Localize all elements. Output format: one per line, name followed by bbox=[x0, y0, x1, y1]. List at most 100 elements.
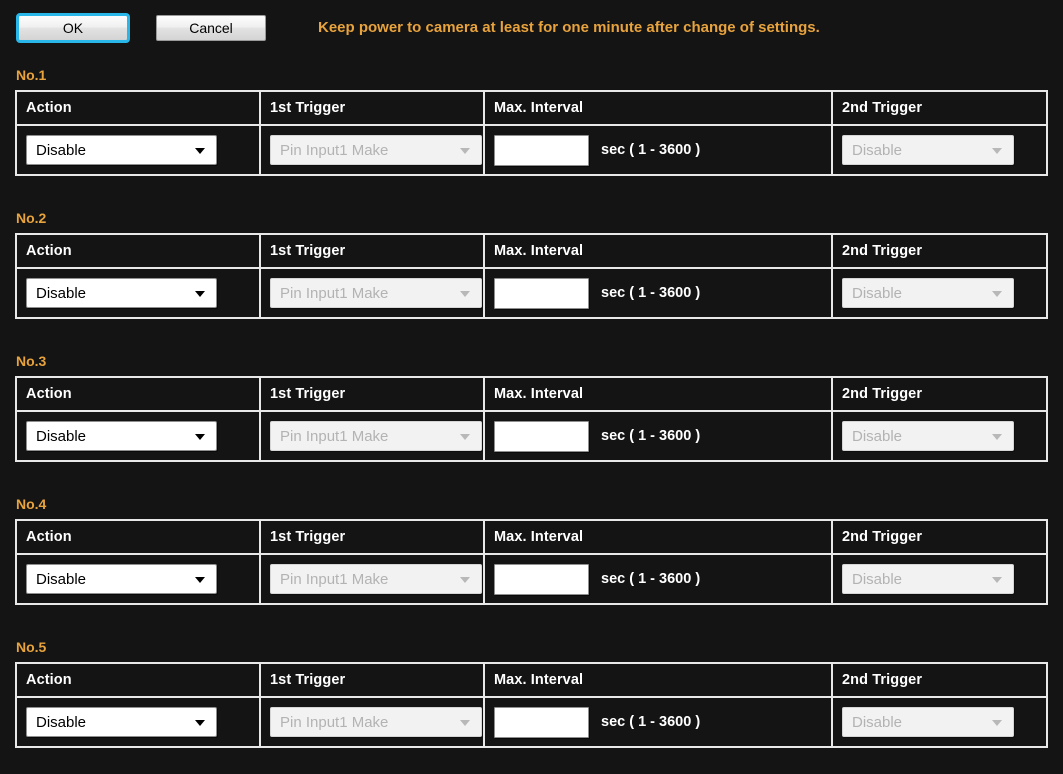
action-select[interactable]: Disable bbox=[26, 135, 217, 165]
table-body-row: Disable Pin Input1 Make sec ( 1 - 3600 ) bbox=[17, 698, 1046, 746]
column-header-trigger2: 2nd Trigger bbox=[842, 243, 923, 259]
header-cell-trigger1: 1st Trigger bbox=[261, 235, 485, 267]
header-cell-trigger2: 2nd Trigger bbox=[833, 521, 1045, 553]
action-select[interactable]: Disable bbox=[26, 278, 217, 308]
chevron-down-icon bbox=[460, 720, 470, 726]
column-header-trigger1: 1st Trigger bbox=[270, 243, 346, 259]
body-cell-interval: sec ( 1 - 3600 ) bbox=[485, 269, 833, 317]
chevron-down-icon bbox=[195, 720, 205, 726]
header-cell-interval: Max. Interval bbox=[485, 521, 833, 553]
power-notice-text: Keep power to camera at least for one mi… bbox=[318, 19, 820, 36]
ok-button[interactable]: OK bbox=[16, 12, 130, 43]
header-cell-trigger1: 1st Trigger bbox=[261, 521, 485, 553]
trigger2-select-value: Disable bbox=[852, 141, 903, 159]
max-interval-input[interactable] bbox=[494, 563, 589, 595]
trigger2-select-value: Disable bbox=[852, 427, 903, 445]
max-interval-input[interactable] bbox=[494, 277, 589, 309]
action-select-value: Disable bbox=[36, 570, 87, 588]
trigger1-select[interactable]: Pin Input1 Make bbox=[270, 564, 482, 594]
header-cell-interval: Max. Interval bbox=[485, 92, 833, 124]
header-cell-action: Action bbox=[17, 235, 261, 267]
max-interval-input[interactable] bbox=[494, 706, 589, 738]
trigger1-select-value: Pin Input1 Make bbox=[280, 141, 389, 159]
action-select[interactable]: Disable bbox=[26, 421, 217, 451]
column-header-interval: Max. Interval bbox=[494, 100, 584, 116]
table-body-row: Disable Pin Input1 Make sec ( 1 - 3600 ) bbox=[17, 555, 1046, 603]
table-header-row: Action 1st Trigger Max. Interval 2nd Tri… bbox=[17, 235, 1046, 269]
trigger1-select[interactable]: Pin Input1 Make bbox=[270, 135, 482, 165]
header-cell-action: Action bbox=[17, 664, 261, 696]
column-header-trigger1: 1st Trigger bbox=[270, 672, 346, 688]
column-header-trigger2: 2nd Trigger bbox=[842, 529, 923, 545]
body-cell-interval: sec ( 1 - 3600 ) bbox=[485, 555, 833, 603]
event-section-3: No.3 Action 1st Trigger Max. Interval 2n… bbox=[0, 352, 1063, 462]
max-interval-input[interactable] bbox=[494, 134, 589, 166]
header-cell-trigger2: 2nd Trigger bbox=[833, 92, 1045, 124]
body-cell-trigger1: Pin Input1 Make bbox=[261, 269, 485, 317]
body-cell-interval: sec ( 1 - 3600 ) bbox=[485, 698, 833, 746]
column-header-trigger1: 1st Trigger bbox=[270, 100, 346, 116]
trigger2-select[interactable]: Disable bbox=[842, 707, 1014, 737]
event-section-4: No.4 Action 1st Trigger Max. Interval 2n… bbox=[0, 495, 1063, 605]
event-table: Action 1st Trigger Max. Interval 2nd Tri… bbox=[15, 233, 1048, 319]
body-cell-trigger2: Disable bbox=[833, 412, 1045, 460]
chevron-down-icon bbox=[992, 291, 1002, 297]
body-cell-trigger2: Disable bbox=[833, 126, 1045, 174]
chevron-down-icon bbox=[195, 148, 205, 154]
header-cell-action: Action bbox=[17, 378, 261, 410]
header-cell-trigger1: 1st Trigger bbox=[261, 664, 485, 696]
body-cell-trigger1: Pin Input1 Make bbox=[261, 555, 485, 603]
table-header-row: Action 1st Trigger Max. Interval 2nd Tri… bbox=[17, 378, 1046, 412]
trigger1-select[interactable]: Pin Input1 Make bbox=[270, 278, 482, 308]
header-cell-action: Action bbox=[17, 92, 261, 124]
event-table: Action 1st Trigger Max. Interval 2nd Tri… bbox=[15, 519, 1048, 605]
max-interval-hint: sec ( 1 - 3600 ) bbox=[601, 428, 701, 444]
action-select-value: Disable bbox=[36, 427, 87, 445]
event-table: Action 1st Trigger Max. Interval 2nd Tri… bbox=[15, 662, 1048, 748]
header-cell-interval: Max. Interval bbox=[485, 378, 833, 410]
section-label: No.2 bbox=[16, 210, 47, 226]
trigger1-select[interactable]: Pin Input1 Make bbox=[270, 421, 482, 451]
trigger2-select-value: Disable bbox=[852, 284, 903, 302]
trigger2-select[interactable]: Disable bbox=[842, 278, 1014, 308]
event-section-1: No.1 Action 1st Trigger Max. Interval 2n… bbox=[0, 66, 1063, 176]
chevron-down-icon bbox=[460, 434, 470, 440]
column-header-trigger2: 2nd Trigger bbox=[842, 672, 923, 688]
body-cell-interval: sec ( 1 - 3600 ) bbox=[485, 126, 833, 174]
body-cell-action: Disable bbox=[17, 412, 261, 460]
max-interval-input[interactable] bbox=[494, 420, 589, 452]
column-header-action: Action bbox=[26, 100, 72, 116]
trigger2-select[interactable]: Disable bbox=[842, 421, 1014, 451]
trigger2-select[interactable]: Disable bbox=[842, 564, 1014, 594]
event-table: Action 1st Trigger Max. Interval 2nd Tri… bbox=[15, 376, 1048, 462]
body-cell-trigger2: Disable bbox=[833, 698, 1045, 746]
chevron-down-icon bbox=[992, 577, 1002, 583]
toolbar: OK Cancel Keep power to camera at least … bbox=[0, 0, 1063, 55]
event-section-2: No.2 Action 1st Trigger Max. Interval 2n… bbox=[0, 209, 1063, 319]
action-select[interactable]: Disable bbox=[26, 707, 217, 737]
event-section-5: No.5 Action 1st Trigger Max. Interval 2n… bbox=[0, 638, 1063, 748]
column-header-interval: Max. Interval bbox=[494, 243, 584, 259]
trigger1-select[interactable]: Pin Input1 Make bbox=[270, 707, 482, 737]
table-header-row: Action 1st Trigger Max. Interval 2nd Tri… bbox=[17, 521, 1046, 555]
action-select[interactable]: Disable bbox=[26, 564, 217, 594]
body-cell-trigger1: Pin Input1 Make bbox=[261, 412, 485, 460]
body-cell-action: Disable bbox=[17, 126, 261, 174]
header-cell-action: Action bbox=[17, 521, 261, 553]
body-cell-trigger2: Disable bbox=[833, 555, 1045, 603]
event-settings-page: OK Cancel Keep power to camera at least … bbox=[0, 0, 1063, 774]
trigger2-select[interactable]: Disable bbox=[842, 135, 1014, 165]
section-label: No.3 bbox=[16, 353, 47, 369]
header-cell-trigger2: 2nd Trigger bbox=[833, 235, 1045, 267]
max-interval-hint: sec ( 1 - 3600 ) bbox=[601, 285, 701, 301]
column-header-trigger1: 1st Trigger bbox=[270, 386, 346, 402]
table-body-row: Disable Pin Input1 Make sec ( 1 - 3600 ) bbox=[17, 269, 1046, 317]
max-interval-hint: sec ( 1 - 3600 ) bbox=[601, 571, 701, 587]
chevron-down-icon bbox=[195, 577, 205, 583]
max-interval-hint: sec ( 1 - 3600 ) bbox=[601, 714, 701, 730]
section-label: No.1 bbox=[16, 67, 47, 83]
max-interval-hint: sec ( 1 - 3600 ) bbox=[601, 142, 701, 158]
column-header-action: Action bbox=[26, 529, 72, 545]
cancel-button[interactable]: Cancel bbox=[156, 14, 266, 41]
trigger2-select-value: Disable bbox=[852, 570, 903, 588]
